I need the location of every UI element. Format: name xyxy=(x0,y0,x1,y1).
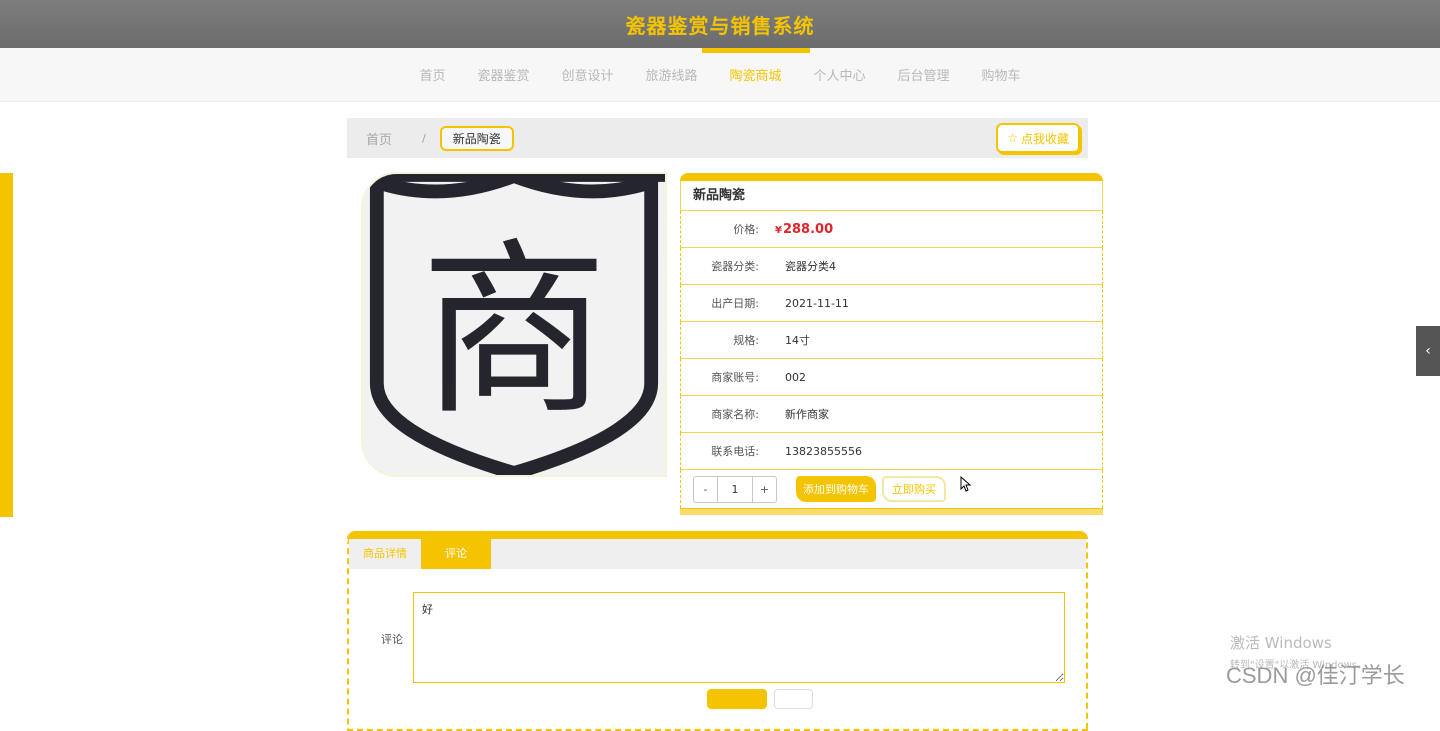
nav-item[interactable]: 个人中心 xyxy=(798,48,882,102)
breadcrumb-separator: / xyxy=(422,131,426,145)
field-value: 瓷器分类4 xyxy=(785,260,836,273)
quantity-increase-button[interactable]: + xyxy=(753,477,776,502)
info-panel-bottom-bar xyxy=(680,508,1103,515)
shield-logo-image: 商 xyxy=(363,174,665,475)
nav-item[interactable]: 瓷器鉴赏 xyxy=(461,48,545,102)
field-label: 商家账号: xyxy=(711,371,759,384)
price-value: ¥288.00 xyxy=(775,222,833,237)
favorite-button[interactable]: ☆ 点我收藏 xyxy=(996,123,1080,153)
quantity-input[interactable]: 1 xyxy=(717,476,753,502)
nav-item[interactable]: 后台管理 xyxy=(882,48,966,102)
nav-items: 首页 瓷器鉴赏 创意设计 旅游线路 陶瓷商城 个人中心 后台管理 购物车 xyxy=(0,48,1440,102)
site-header: 瓷器鉴赏与销售系统 xyxy=(0,0,1440,48)
product-name: 新品陶瓷 xyxy=(680,181,1103,211)
product-field-row: 瓷器分类: 瓷器分类4 xyxy=(680,248,1103,285)
purchase-row: - 1 + 添加到购物车 立即购买 xyxy=(680,470,1103,508)
breadcrumb-current: 新品陶瓷 xyxy=(439,125,514,151)
tabs-top-bar xyxy=(347,531,1088,539)
field-label: 商家名称: xyxy=(711,408,759,421)
info-panel-top-bar xyxy=(680,173,1103,181)
price-row: 价格: ¥288.00 xyxy=(680,211,1103,248)
nav-item[interactable]: 购物车 xyxy=(966,48,1037,102)
product-info-panel: 新品陶瓷 价格: ¥288.00 瓷器分类: 瓷器分类4 出产日期: 2021-11-… xyxy=(680,173,1103,517)
watermark-title: 激活 Windows xyxy=(1230,634,1332,652)
product-field-row: 规格: 14寸 xyxy=(680,322,1103,359)
reset-comment-button[interactable] xyxy=(774,689,813,709)
field-value: 14寸 xyxy=(785,334,810,347)
nav-item[interactable]: 首页 xyxy=(403,48,461,102)
product-field-row: 商家账号: 002 xyxy=(680,359,1103,396)
field-label: 出产日期: xyxy=(711,297,759,310)
comment-label: 评论 xyxy=(381,633,403,646)
product-field-row: 商家名称: 新作商家 xyxy=(680,396,1103,433)
favorite-button-label: 点我收藏 xyxy=(1020,131,1069,146)
buy-now-button[interactable]: 立即购买 xyxy=(882,476,946,502)
star-icon: ☆ xyxy=(1007,131,1018,145)
nav-item[interactable]: 陶瓷商城 xyxy=(701,48,810,102)
breadcrumb: 首页 / 新品陶瓷 ☆ 点我收藏 xyxy=(347,118,1088,158)
add-to-cart-button[interactable]: 添加到购物车 xyxy=(796,476,876,502)
field-label: 联系电话: xyxy=(711,445,759,458)
field-label: 瓷器分类: xyxy=(711,260,759,273)
product-image: 商 xyxy=(361,172,667,477)
chevron-left-icon: ‹ xyxy=(1425,343,1431,359)
quantity-stepper: - 1 + xyxy=(693,475,777,503)
product-image-glyph: 商 xyxy=(420,223,608,441)
detail-tabs-panel: 商品详情 评论 评论 好 xyxy=(347,531,1088,731)
mouse-cursor-icon xyxy=(960,476,972,492)
side-panel-toggle[interactable]: ‹ xyxy=(1416,326,1440,376)
field-value: 2021-11-11 xyxy=(785,296,849,310)
product-field-row: 出产日期: 2021-11-11 xyxy=(680,285,1103,322)
tab-item[interactable]: 评论 xyxy=(421,539,491,569)
submit-comment-button[interactable] xyxy=(707,689,767,709)
nav-item[interactable]: 旅游线路 xyxy=(629,48,713,102)
main-nav: 首页 瓷器鉴赏 创意设计 旅游线路 陶瓷商城 个人中心 后台管理 购物车 xyxy=(0,48,1440,102)
breadcrumb-home[interactable]: 首页 xyxy=(366,129,392,148)
field-value: 新作商家 xyxy=(785,408,829,421)
comment-textarea[interactable]: 好 xyxy=(413,592,1065,683)
nav-item[interactable]: 创意设计 xyxy=(545,48,629,102)
left-decorative-stripe xyxy=(0,173,13,517)
tab-bar: 商品详情 评论 xyxy=(349,539,1086,569)
site-title: 瓷器鉴赏与销售系统 xyxy=(625,14,815,38)
price-amount: 288.00 xyxy=(782,221,834,237)
price-label: 价格: xyxy=(733,223,759,236)
field-value: 13823855556 xyxy=(785,444,862,458)
field-label: 规格: xyxy=(733,334,759,347)
quantity-decrease-button[interactable]: - xyxy=(694,477,717,502)
field-value: 002 xyxy=(785,370,806,384)
product-fields: 瓷器分类: 瓷器分类4 出产日期: 2021-11-11 规格: 14寸 商家账号: 002 商… xyxy=(680,248,1103,470)
csdn-watermark: CSDN @佳汀学长 xyxy=(1226,663,1405,688)
tab-item[interactable]: 商品详情 xyxy=(349,539,421,569)
price-currency: ¥ xyxy=(775,224,782,236)
product-field-row: 联系电话: 13823855556 xyxy=(680,433,1103,470)
